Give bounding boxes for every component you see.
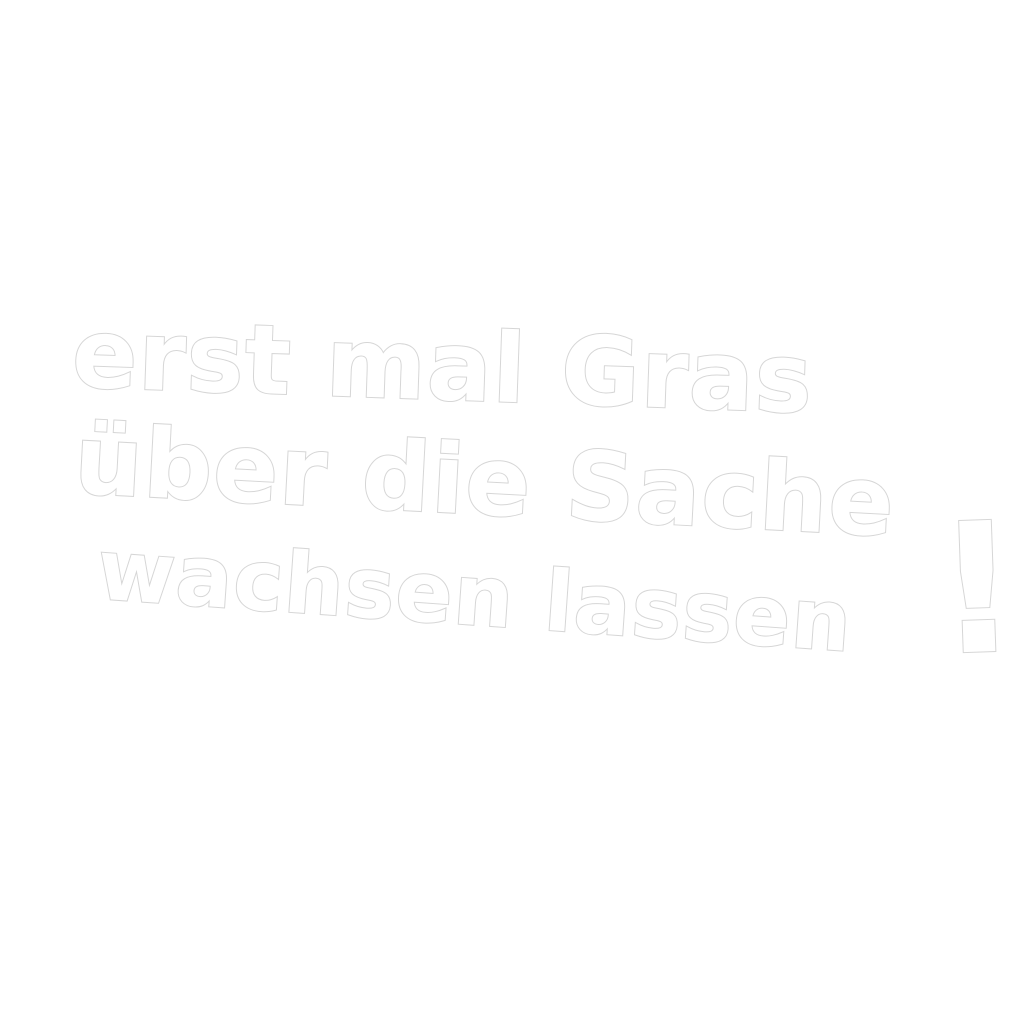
handwritten-lettering: erst mal Gras über die Sache wachsen las… bbox=[69, 297, 1024, 697]
canvas: erst mal Gras über die Sache wachsen las… bbox=[0, 0, 1024, 1024]
handwriting-exclamation: ! bbox=[933, 484, 1023, 696]
